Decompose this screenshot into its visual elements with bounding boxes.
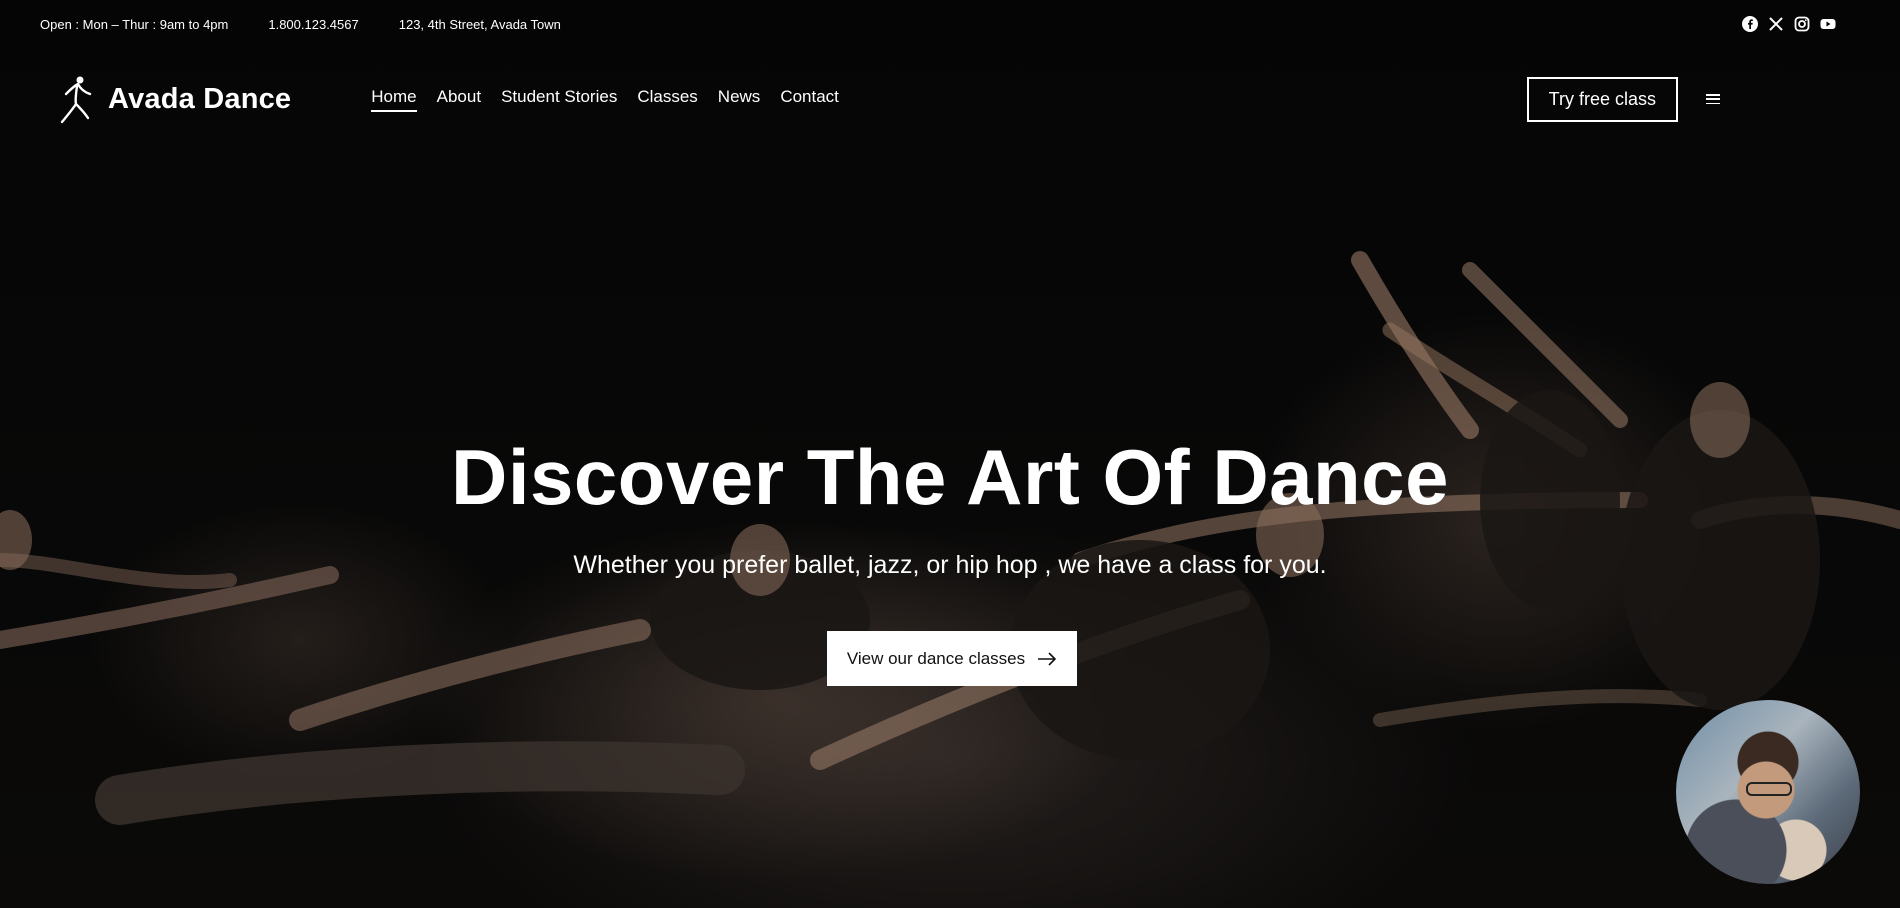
nav-item-about[interactable]: About: [437, 87, 481, 112]
arrow-right-icon: [1037, 651, 1057, 666]
nav-item-contact[interactable]: Contact: [780, 87, 839, 112]
nav-item-home[interactable]: Home: [371, 87, 417, 112]
x-icon[interactable]: [1768, 16, 1784, 32]
nav-item-student-stories[interactable]: Student Stories: [501, 87, 617, 112]
brand-logo[interactable]: Avada Dance: [58, 74, 291, 124]
nav-item-classes[interactable]: Classes: [637, 87, 697, 112]
hero-title: Discover The Art Of Dance: [451, 433, 1449, 521]
hamburger-menu-icon[interactable]: [1706, 92, 1722, 106]
view-dance-classes-label: View our dance classes: [846, 648, 1026, 668]
youtube-icon[interactable]: [1820, 16, 1836, 32]
opening-hours: Open : Mon – Thur : 9am to 4pm: [40, 16, 229, 32]
nav-item-news[interactable]: News: [718, 87, 761, 112]
top-info-bar: Open : Mon – Thur : 9am to 4pm 1.800.123…: [0, 0, 1900, 48]
address: 123, 4th Street, Avada Town: [398, 16, 561, 32]
phone-number[interactable]: 1.800.123.4567: [268, 17, 358, 32]
facebook-icon[interactable]: [1742, 16, 1758, 32]
view-dance-classes-button[interactable]: View our dance classes: [827, 631, 1077, 686]
hero-subtitle: Whether you prefer ballet, jazz, or hip …: [573, 551, 1327, 579]
site-header: Avada Dance Home About Student Stories C…: [0, 66, 1900, 132]
floating-video-avatar[interactable]: [1676, 700, 1860, 884]
instagram-icon[interactable]: [1794, 16, 1810, 32]
try-free-class-button[interactable]: Try free class: [1526, 76, 1678, 122]
avatar-glasses-graphic: [1746, 782, 1792, 796]
social-links: [1742, 16, 1836, 32]
dancer-logo-icon: [60, 76, 92, 124]
main-nav: Home About Student Stories Classes News …: [371, 87, 839, 112]
brand-name: Avada Dance: [108, 82, 292, 115]
